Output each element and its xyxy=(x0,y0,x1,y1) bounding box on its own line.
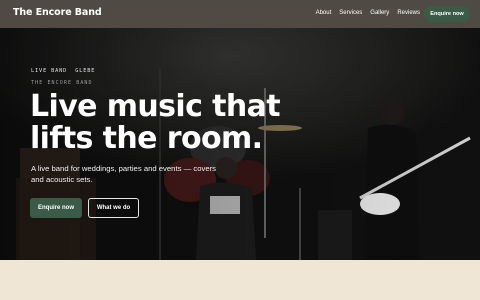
headline-line-2: lifts the room. xyxy=(30,121,263,156)
nav-services-link[interactable]: Services xyxy=(339,10,362,16)
eyebrow-location: GLEBE xyxy=(75,68,96,74)
nav-gallery-link[interactable]: Gallery xyxy=(370,10,389,16)
hero-headline: Live music that lifts the room. xyxy=(30,91,330,155)
nav-about-link[interactable]: About xyxy=(316,10,332,16)
headline-line-1: Live music that xyxy=(30,89,281,124)
header-enquire-button[interactable]: Enquire now xyxy=(424,6,470,22)
eyebrow-tag: LIVE BAND xyxy=(31,68,68,74)
main-nav: About Services Gallery Reviews xyxy=(316,10,420,16)
site-header: The Encore Band About Services Gallery R… xyxy=(0,0,480,28)
hero-subeyebrow: THE ENCORE BAND xyxy=(31,80,93,86)
enquire-now-button[interactable]: Enquire now xyxy=(30,198,82,218)
hero-eyebrow: LIVE BAND GLEBE xyxy=(31,68,95,74)
hero-section: LIVE BAND GLEBE THE ENCORE BAND Live mus… xyxy=(0,28,480,260)
hero-lede: A live band for weddings, parties and ev… xyxy=(31,164,217,184)
nav-reviews-link[interactable]: Reviews xyxy=(397,10,420,16)
brand-logo[interactable]: The Encore Band xyxy=(13,7,102,18)
next-section xyxy=(0,260,480,300)
what-we-do-button[interactable]: What we do xyxy=(88,198,139,218)
